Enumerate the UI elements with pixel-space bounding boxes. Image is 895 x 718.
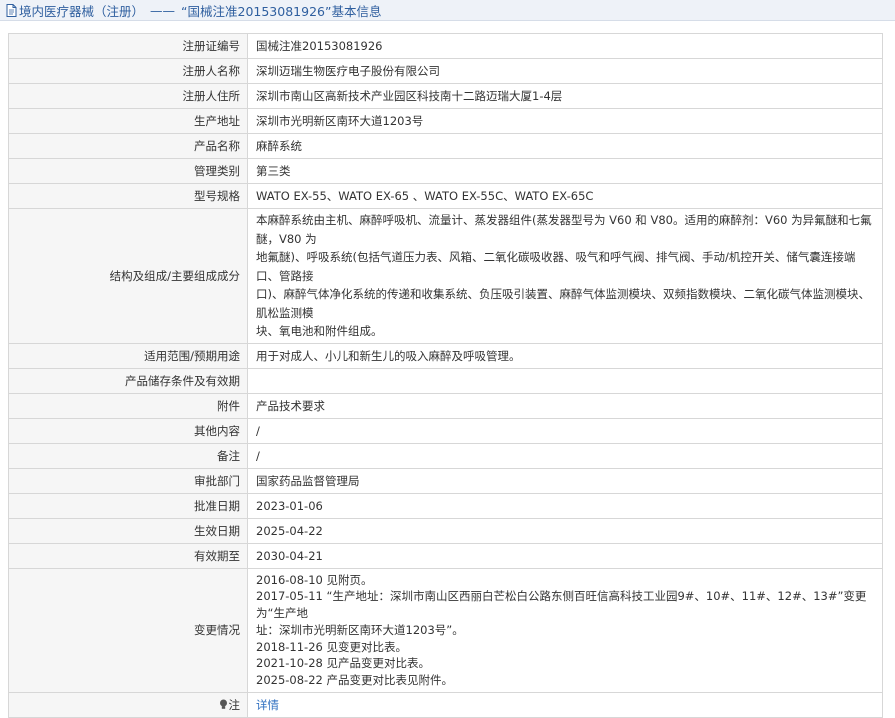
header-title-prefix: 境内医疗器械（注册） bbox=[19, 3, 145, 19]
row-value: 2023-01-06 bbox=[247, 492, 883, 519]
change-entry: 2021-10-28 见产品变更对比表。 bbox=[256, 656, 430, 671]
table-row: 审批部门 国家药品监督管理局 bbox=[8, 467, 883, 494]
table-row: 有效期至 2030-04-21 bbox=[8, 542, 883, 569]
row-value: / bbox=[247, 442, 883, 469]
table-row: 其他内容 / bbox=[8, 417, 883, 444]
row-label: 审批部门 bbox=[8, 467, 248, 494]
change-entry: 址：深圳市光明新区南环大道1203号”。 bbox=[256, 622, 464, 637]
row-label: 适用范围/预期用途 bbox=[8, 342, 248, 369]
table-row: 型号规格 WATO EX-55、WATO EX-65 、WATO EX-55C、… bbox=[8, 183, 883, 209]
row-label: 附件 bbox=[8, 392, 248, 419]
details-link[interactable]: 详情 bbox=[256, 698, 279, 712]
row-value: 国家药品监督管理局 bbox=[247, 467, 883, 494]
change-entry: 2017-05-11 “生产地址：深圳市南山区西丽白芒松白公路东侧百旺信高科技工… bbox=[256, 589, 867, 621]
row-value: 深圳市南山区高新技术产业园区科技南十二路迈瑞大厦1-4层 bbox=[247, 83, 883, 109]
change-entry: 2025-08-22 产品变更对比表见附件。 bbox=[256, 673, 453, 688]
table-row: 注册证编号 国械注准20153081926 bbox=[8, 33, 883, 59]
row-value: 国械注准20153081926 bbox=[247, 33, 883, 59]
row-value-composition: 本麻醉系统由主机、麻醉呼吸机、流量计、蒸发器组件(蒸发器型号为 V60 和 V8… bbox=[247, 208, 883, 344]
table-row: 管理类别 第三类 bbox=[8, 158, 883, 184]
change-entry: 2016-08-10 见附页。 bbox=[256, 572, 373, 587]
row-label: 批准日期 bbox=[8, 492, 248, 519]
table-row: 附件 产品技术要求 bbox=[8, 392, 883, 419]
row-value: 2030-04-21 bbox=[247, 542, 883, 569]
row-label: 注册人住所 bbox=[8, 83, 248, 109]
row-value: WATO EX-55、WATO EX-65 、WATO EX-55C、WATO … bbox=[247, 183, 883, 209]
table-row: 生产地址 深圳市光明新区南环大道1203号 bbox=[8, 108, 883, 134]
table-row: 注册人住所 深圳市南山区高新技术产业园区科技南十二路迈瑞大厦1-4层 bbox=[8, 83, 883, 109]
row-value: 详情 bbox=[247, 692, 883, 718]
row-label: 产品储存条件及有效期 bbox=[8, 367, 248, 394]
table-row: 注册人名称 深圳迈瑞生物医疗电子股份有限公司 bbox=[8, 58, 883, 84]
text-line: 块、氧电池和附件组成。 bbox=[256, 324, 383, 338]
note-label: 注 bbox=[228, 698, 241, 713]
row-label: 管理类别 bbox=[8, 158, 248, 184]
details-container: 注册证编号 国械注准20153081926 注册人名称 深圳迈瑞生物医疗电子股份… bbox=[8, 33, 883, 718]
row-label: 变更情况 bbox=[8, 567, 248, 694]
details-table: 注册证编号 国械注准20153081926 注册人名称 深圳迈瑞生物医疗电子股份… bbox=[8, 33, 883, 718]
row-value: 第三类 bbox=[247, 158, 883, 184]
change-entry: 2018-11-26 见变更对比表。 bbox=[256, 639, 407, 654]
table-row: 备注 / bbox=[8, 442, 883, 469]
row-value: 深圳迈瑞生物医疗电子股份有限公司 bbox=[247, 58, 883, 84]
table-row: 产品储存条件及有效期 bbox=[8, 367, 883, 394]
row-label-note: 注 bbox=[8, 692, 248, 718]
table-row: 生效日期 2025-04-22 bbox=[8, 517, 883, 544]
row-label: 型号规格 bbox=[8, 183, 248, 209]
row-value: 产品技术要求 bbox=[247, 392, 883, 419]
row-value: 2025-04-22 bbox=[247, 517, 883, 544]
header-separator: —— bbox=[150, 2, 176, 18]
page-header: 境内医疗器械（注册） —— “国械注准20153081926”基本信息 bbox=[0, 0, 895, 21]
row-label: 产品名称 bbox=[8, 133, 248, 159]
table-row: 批准日期 2023-01-06 bbox=[8, 492, 883, 519]
row-value: 麻醉系统 bbox=[247, 133, 883, 159]
row-value-changes: 2016-08-10 见附页。 2017-05-11 “生产地址：深圳市南山区西… bbox=[247, 567, 883, 694]
row-label: 其他内容 bbox=[8, 417, 248, 444]
row-value bbox=[247, 367, 883, 394]
row-label: 注册证编号 bbox=[8, 33, 248, 59]
row-value: 深圳市光明新区南环大道1203号 bbox=[247, 108, 883, 134]
header-title: “国械注准20153081926”基本信息 bbox=[181, 3, 382, 19]
row-label: 注册人名称 bbox=[8, 58, 248, 84]
document-icon bbox=[6, 3, 17, 17]
row-value: 用于对成人、小儿和新生儿的吸入麻醉及呼吸管理。 bbox=[247, 342, 883, 369]
lightbulb-icon bbox=[219, 699, 228, 710]
text-line: 地氟醚)、呼吸系统(包括气道压力表、风箱、二氧化碳吸收器、吸气和呼气阀、排气阀、… bbox=[256, 250, 856, 283]
row-label: 生效日期 bbox=[8, 517, 248, 544]
row-label: 有效期至 bbox=[8, 542, 248, 569]
table-row: 适用范围/预期用途 用于对成人、小儿和新生儿的吸入麻醉及呼吸管理。 bbox=[8, 342, 883, 369]
row-label: 结构及组成/主要组成成分 bbox=[8, 208, 248, 344]
text-line: 本麻醉系统由主机、麻醉呼吸机、流量计、蒸发器组件(蒸发器型号为 V60 和 V8… bbox=[256, 213, 872, 246]
text-line: 口)、麻醉气体净化系统的传递和收集系统、负压吸引装置、麻醉气体监测模块、双频指数… bbox=[256, 287, 870, 320]
table-row: 结构及组成/主要组成成分 本麻醉系统由主机、麻醉呼吸机、流量计、蒸发器组件(蒸发… bbox=[8, 208, 883, 344]
row-label: 生产地址 bbox=[8, 108, 248, 134]
row-value: / bbox=[247, 417, 883, 444]
table-row: 注 详情 bbox=[8, 692, 883, 718]
table-row: 变更情况 2016-08-10 见附页。 2017-05-11 “生产地址：深圳… bbox=[8, 567, 883, 694]
row-label: 备注 bbox=[8, 442, 248, 469]
table-row: 产品名称 麻醉系统 bbox=[8, 133, 883, 159]
